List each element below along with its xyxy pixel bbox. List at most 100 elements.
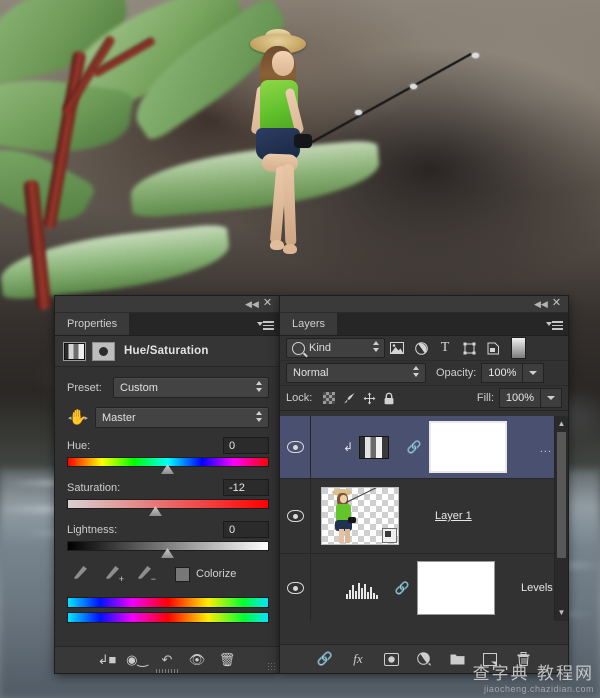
opacity-input[interactable]: 100% <box>481 363 524 383</box>
tab-properties[interactable]: Properties <box>55 313 130 335</box>
channel-dropdown[interactable]: Master <box>95 407 269 428</box>
on-image-adjust-hand-icon[interactable]: ◂ ✋ ▸ <box>67 408 89 428</box>
delete-layer-icon[interactable] <box>507 647 540 671</box>
mask-icon[interactable] <box>92 341 115 361</box>
search-icon <box>292 341 305 355</box>
layer-mask-thumbnail[interactable] <box>429 421 507 473</box>
layer-list-scrollbar[interactable]: ▲ ▼ <box>554 416 568 621</box>
table-row[interactable]: ↲ 🔗 ... <box>280 416 568 479</box>
panel-resize-handle[interactable] <box>156 669 178 673</box>
girl-cutout-thumbnail[interactable] <box>321 487 399 545</box>
new-layer-icon[interactable] <box>474 647 507 671</box>
collapse-icon[interactable]: ◀◀ <box>534 299 548 309</box>
layer-style-fx-icon[interactable]: fx <box>342 647 375 671</box>
adjustment-header: Hue/Saturation <box>55 336 279 367</box>
preset-dropdown[interactable]: Custom <box>113 377 269 398</box>
filter-type-icon[interactable]: T <box>433 338 457 358</box>
clip-to-layer-icon[interactable]: ↲■ <box>92 649 122 671</box>
delete-icon[interactable]: 🗑 <box>212 649 242 671</box>
collapse-icon[interactable]: ◀◀ <box>245 299 259 309</box>
properties-tabrow: Properties <box>55 313 279 336</box>
table-row[interactable]: 🔗 Levels 1 <box>280 554 568 621</box>
levels-histogram-thumbnail[interactable] <box>345 577 379 599</box>
lightness-label: Lightness: <box>67 523 118 536</box>
colorize-checkbox[interactable] <box>175 566 190 582</box>
lightness-slider-track[interactable] <box>67 541 269 558</box>
layer-list[interactable]: ↲ 🔗 ... Layer 1 🔗 Levels 1 <box>280 416 568 621</box>
panel-menu-icon[interactable] <box>546 319 563 331</box>
lightness-value-input[interactable]: 0 <box>223 521 269 538</box>
lightness-label-row: Lightness: 0 <box>67 521 269 538</box>
tab-layers[interactable]: Layers <box>280 313 338 335</box>
lock-label: Lock: <box>286 392 313 404</box>
saturation-value-input[interactable]: -12 <box>223 479 269 496</box>
add-layer-mask-icon[interactable] <box>375 647 408 671</box>
properties-panel: ◀◀ ✕ Properties Hue/Saturation Preset: C… <box>55 296 279 673</box>
eyedropper-add-icon[interactable]: + <box>101 563 124 585</box>
fill-dropdown-arrow[interactable] <box>541 388 562 408</box>
lock-all-icon[interactable] <box>379 389 399 407</box>
saturation-slider-track[interactable] <box>67 499 269 516</box>
eyedropper-row: + − Colorize <box>69 563 269 585</box>
hue-saturation-icon <box>63 341 86 361</box>
filter-adjustment-icon[interactable] <box>409 338 433 358</box>
resize-grip[interactable] <box>267 662 276 671</box>
scroll-down-icon[interactable]: ▼ <box>557 607 566 619</box>
layer-visibility-toggle[interactable] <box>280 479 311 553</box>
blend-mode-value: Normal <box>293 367 329 379</box>
toggle-previous-state-icon[interactable]: ◉‿ <box>122 649 152 671</box>
layer-mask-thumbnail[interactable] <box>417 561 495 615</box>
blend-mode-row: Normal Opacity: 100% <box>280 361 568 386</box>
chevron-updown-icon <box>256 411 263 424</box>
link-layers-icon[interactable]: 🔗 <box>309 647 342 671</box>
layer-visibility-toggle[interactable] <box>280 554 311 621</box>
layer-visibility-toggle[interactable] <box>280 416 311 478</box>
panel-menu-icon[interactable] <box>257 319 274 331</box>
lock-image-pixels-icon[interactable] <box>339 389 359 407</box>
link-mask-icon[interactable]: 🔗 <box>407 437 422 457</box>
close-icon[interactable]: ✕ <box>262 298 273 309</box>
spectrum-bar-bottom <box>67 612 269 623</box>
reset-icon[interactable]: ↶ <box>152 649 182 671</box>
chevron-updown-icon <box>373 341 380 354</box>
properties-titlebar: ◀◀ ✕ <box>55 296 279 313</box>
face <box>272 51 294 76</box>
filter-pixel-icon[interactable] <box>385 338 409 358</box>
smart-object-badge-icon <box>382 528 397 543</box>
new-adjustment-layer-icon[interactable] <box>408 647 441 671</box>
hue-label-row: Hue: 0 <box>67 437 269 454</box>
opacity-dropdown-arrow[interactable] <box>523 363 545 383</box>
close-icon[interactable]: ✕ <box>551 298 562 309</box>
layer-name[interactable]: Layer 1 <box>435 510 472 522</box>
filter-enable-toggle[interactable] <box>511 337 526 359</box>
eyedropper-icon[interactable] <box>69 563 92 585</box>
hue-slider-track[interactable] <box>67 457 269 474</box>
filter-smartobject-icon[interactable] <box>481 338 505 358</box>
lock-row: Lock: Fill: 100% <box>280 386 568 411</box>
link-mask-icon[interactable]: 🔗 <box>395 578 410 598</box>
lightness-slider-thumb[interactable] <box>161 548 174 558</box>
saturation-slider-thumb[interactable] <box>149 506 162 516</box>
preset-value: Custom <box>120 381 158 394</box>
table-row[interactable]: Layer 1 <box>280 479 568 554</box>
blend-mode-dropdown[interactable]: Normal <box>286 363 426 383</box>
eyedropper-subtract-icon[interactable]: − <box>133 563 156 585</box>
opacity-label: Opacity: <box>436 367 477 379</box>
foot-left <box>270 240 284 250</box>
fill-input[interactable]: 100% <box>499 388 541 408</box>
foot-right <box>283 244 297 254</box>
filter-kind-value: Kind <box>309 342 332 354</box>
hue-slider-thumb[interactable] <box>161 464 174 474</box>
scroll-up-icon[interactable]: ▲ <box>557 418 566 430</box>
filter-shape-icon[interactable] <box>457 338 481 358</box>
lock-transparent-pixels-icon[interactable] <box>319 389 339 407</box>
filter-kind-dropdown[interactable]: Kind <box>286 338 385 358</box>
new-group-icon[interactable] <box>441 647 474 671</box>
saturation-label: Saturation: <box>67 481 121 494</box>
toggle-visibility-icon[interactable]: 👁 <box>182 649 212 671</box>
lock-position-icon[interactable] <box>359 389 379 407</box>
colorize-label: Colorize <box>196 568 237 580</box>
hue-saturation-thumbnail[interactable] <box>359 435 389 459</box>
scrollbar-thumb[interactable] <box>557 432 566 558</box>
hue-value-input[interactable]: 0 <box>223 437 269 454</box>
